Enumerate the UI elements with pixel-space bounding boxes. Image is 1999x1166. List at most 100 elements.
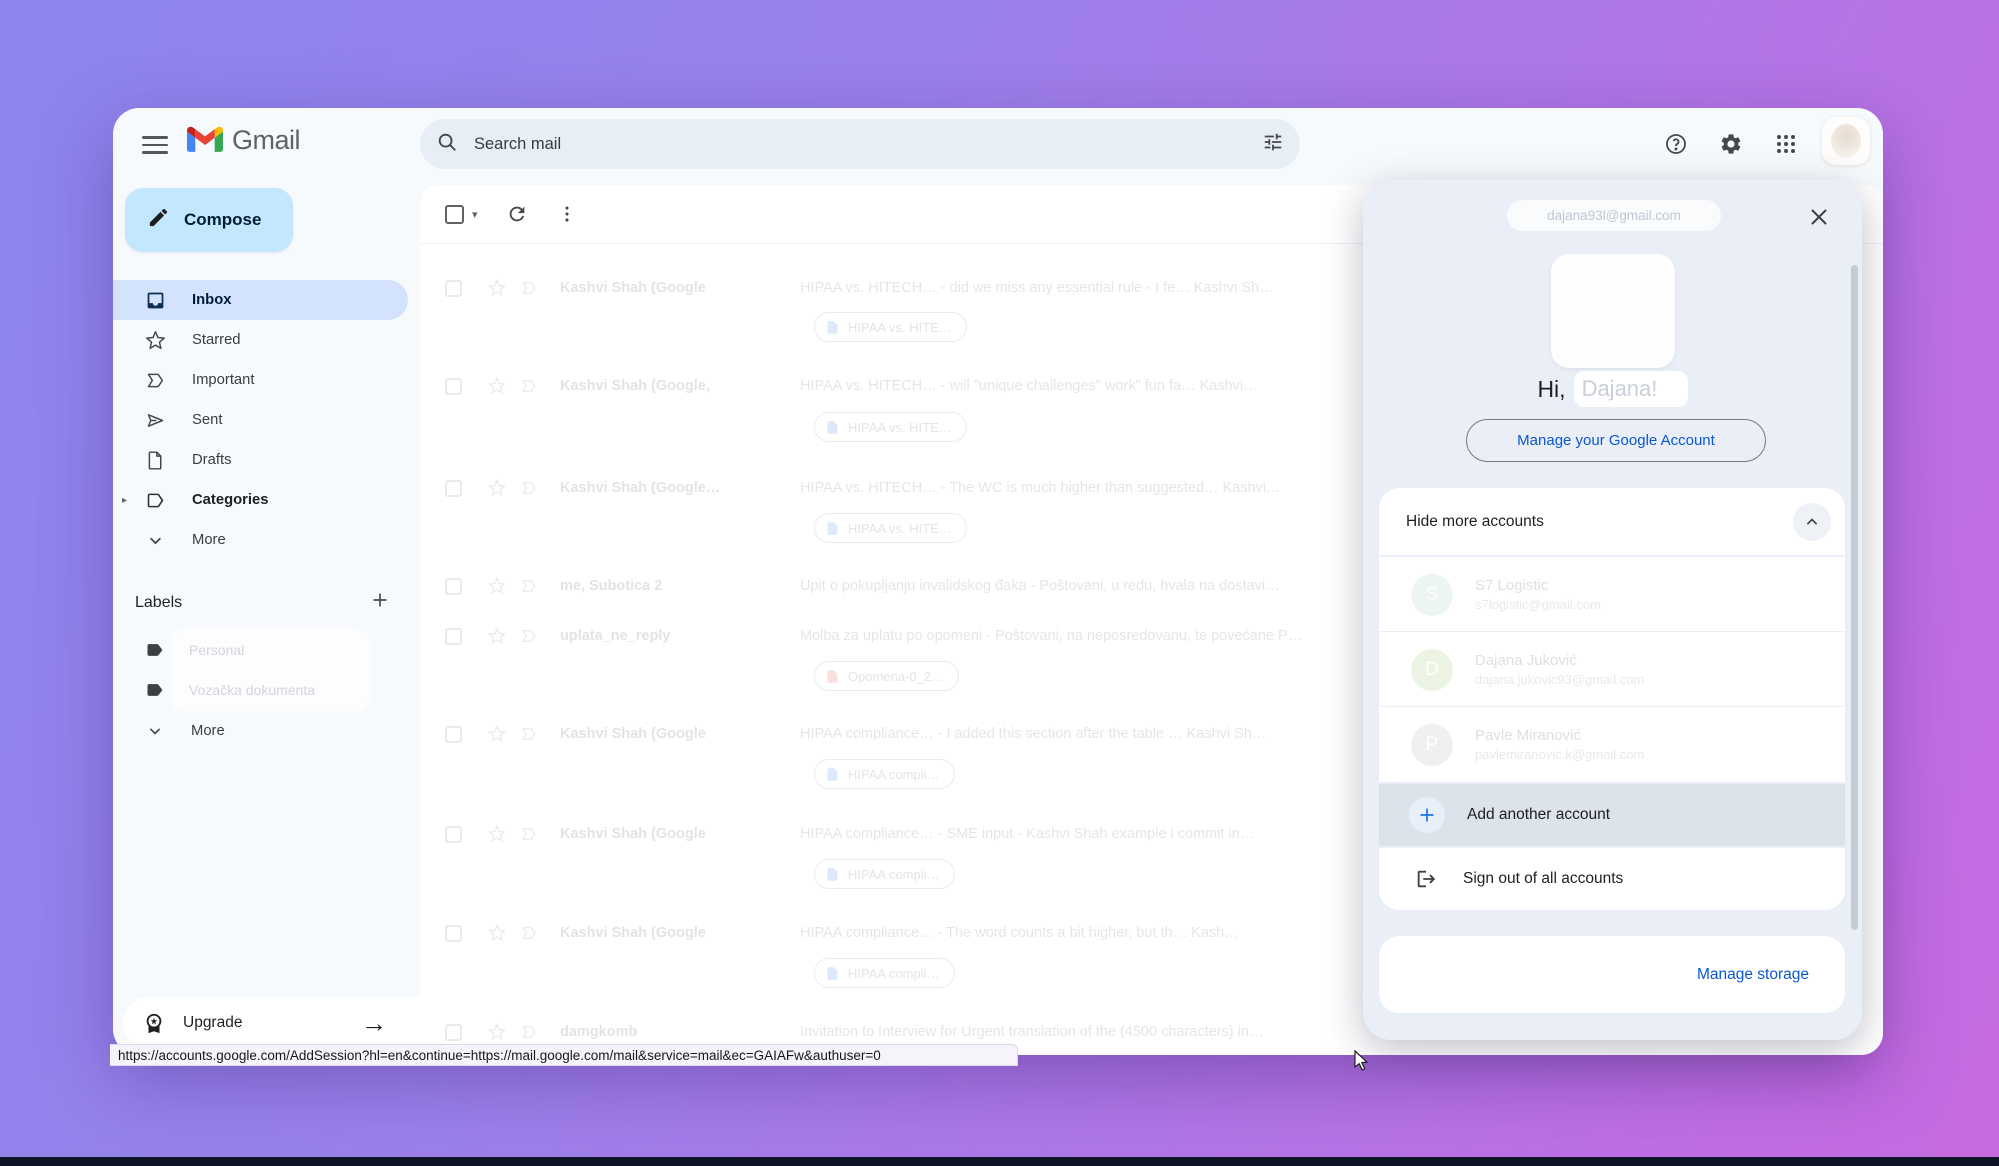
inbox-icon (145, 290, 166, 311)
account-row[interactable]: D Dajana Jukovićdajana.jukovic93@gmail.c… (1379, 632, 1845, 707)
profile-avatar[interactable] (1822, 117, 1870, 165)
attachment-chip[interactable]: HIPAA vs. HITE… (814, 312, 967, 342)
settings-gear-icon[interactable] (1719, 132, 1743, 156)
star-ghost-icon[interactable] (488, 377, 506, 395)
hide-more-accounts-button[interactable]: Hide more accounts (1379, 488, 1845, 555)
account-email-ghost-text: dajana93l@gmail.com (1547, 208, 1681, 223)
avatar-ghost (1831, 124, 1861, 158)
attachment-name: HIPAA compli… (848, 867, 940, 882)
sidebar-item-important[interactable]: Important (113, 360, 408, 400)
checkbox-ghost-icon[interactable] (445, 628, 462, 645)
email-sender: Kashvi Shah (Google (560, 925, 785, 941)
manage-storage-link[interactable]: Manage storage (1697, 966, 1809, 984)
checkbox-ghost-icon[interactable] (445, 578, 462, 595)
search-icon[interactable] (436, 131, 458, 158)
compose-button[interactable]: Compose (125, 188, 293, 252)
important-ghost-icon[interactable] (520, 627, 538, 645)
expand-caret-icon[interactable]: ▸ (122, 495, 127, 506)
sidebar-item-drafts[interactable]: Drafts (113, 440, 408, 480)
star-ghost-icon[interactable] (488, 1023, 506, 1041)
account-row[interactable]: S S7 Logistics7logistic@gmail.com (1379, 557, 1845, 632)
pencil-icon (147, 206, 170, 234)
sidebar-item-more[interactable]: More (113, 520, 408, 560)
account-email: pavlemiranovic.k@gmail.com (1475, 747, 1644, 762)
star-ghost-icon[interactable] (488, 279, 506, 297)
select-caret-icon[interactable]: ▾ (472, 208, 478, 221)
google-account-menu: dajana93l@gmail.com Hi, Dajana! Manage y… (1363, 180, 1862, 1040)
attachment-name: HIPAA vs. HITE… (848, 320, 952, 335)
star-ghost-icon[interactable] (488, 725, 506, 743)
attachment-name: Opomena-0_2… (848, 669, 944, 684)
upgrade-label: Upgrade (183, 1014, 242, 1032)
star-ghost-icon[interactable] (488, 479, 506, 497)
checkbox-ghost-icon[interactable] (445, 726, 462, 743)
help-icon[interactable] (1664, 132, 1688, 156)
main-menu-icon[interactable] (135, 130, 175, 160)
add-another-account-button[interactable]: Add another account (1379, 784, 1845, 846)
checkbox-ghost-icon[interactable] (445, 480, 462, 497)
attachment-doc-icon (825, 320, 840, 335)
attachment-chip[interactable]: HIPAA compli… (814, 958, 955, 988)
add-account-label: Add another account (1467, 806, 1610, 824)
account-avatar: D (1411, 649, 1453, 691)
important-ghost-icon[interactable] (520, 479, 538, 497)
attachment-chip[interactable]: HIPAA vs. HITE… (814, 513, 967, 543)
sign-out-label: Sign out of all accounts (1463, 870, 1623, 888)
attachment-chip[interactable]: HIPAA compli… (814, 859, 955, 889)
panel-scrollbar[interactable] (1851, 265, 1858, 930)
label-ghost-text: Personal (189, 642, 369, 658)
sidebar-item-sent[interactable]: Sent (113, 400, 408, 440)
refresh-icon[interactable] (506, 203, 528, 225)
labels-title: Labels (135, 594, 182, 612)
checkbox-ghost-icon[interactable] (445, 1024, 462, 1041)
important-ghost-icon[interactable] (520, 279, 538, 297)
account-email: s7logistic@gmail.com (1475, 597, 1601, 612)
important-ghost-icon[interactable] (520, 577, 538, 595)
apps-grid-icon[interactable] (1774, 132, 1798, 156)
sidebar-item-label: More (192, 532, 226, 548)
account-row[interactable]: P Pavle Miranovićpavlemiranovic.k@gmail.… (1379, 707, 1845, 782)
checkbox-ghost-icon[interactable] (445, 925, 462, 942)
attachment-name: HIPAA compli… (848, 767, 940, 782)
manage-google-account-button[interactable]: Manage your Google Account (1466, 419, 1766, 462)
labels-more-label: More (191, 723, 225, 739)
sidebar-item-inbox[interactable]: Inbox (113, 280, 408, 320)
sign-out-all-button[interactable]: Sign out of all accounts (1379, 848, 1845, 910)
attachment-chip[interactable]: HIPAA vs. HITE… (814, 412, 967, 442)
manage-account-label: Manage your Google Account (1517, 432, 1715, 449)
sidebar-labels-more[interactable]: More (113, 711, 408, 751)
important-ghost-icon[interactable] (520, 377, 538, 395)
search-options-icon[interactable] (1262, 131, 1284, 158)
important-ghost-icon[interactable] (520, 924, 538, 942)
create-label-plus-icon[interactable] (370, 590, 390, 615)
important-ghost-icon[interactable] (520, 1023, 538, 1041)
attachment-chip[interactable]: HIPAA compli… (814, 759, 955, 789)
storage-card: Manage storage (1379, 936, 1845, 1013)
close-icon[interactable] (1806, 204, 1832, 230)
important-ghost-icon[interactable] (520, 725, 538, 743)
label-icon (145, 490, 166, 511)
search-bar[interactable] (420, 119, 1300, 169)
checkbox-ghost-icon[interactable] (445, 826, 462, 843)
checkbox-ghost-icon[interactable] (445, 378, 462, 395)
star-ghost-icon[interactable] (488, 577, 506, 595)
chevron-up-icon[interactable] (1793, 503, 1831, 541)
sidebar-item-categories[interactable]: ▸ Categories (113, 480, 408, 520)
sidebar-item-label: Important (192, 372, 255, 388)
select-all-checkbox[interactable] (445, 205, 464, 224)
star-ghost-icon[interactable] (488, 825, 506, 843)
sidebar-item-starred[interactable]: Starred (113, 320, 408, 360)
sidebar-item-label: Sent (192, 412, 222, 428)
checkbox-ghost-icon[interactable] (445, 280, 462, 297)
more-options-icon[interactable] (556, 203, 578, 225)
attachment-doc-icon (825, 966, 840, 981)
important-ghost-icon[interactable] (520, 825, 538, 843)
star-ghost-icon[interactable] (488, 924, 506, 942)
email-sender: Kashvi Shah (Google… (560, 480, 785, 496)
account-avatar-redacted[interactable] (1551, 254, 1675, 368)
search-input[interactable] (472, 134, 1262, 155)
arrow-right-icon: → (361, 1008, 387, 1039)
star-ghost-icon[interactable] (488, 627, 506, 645)
labels-header: Labels (135, 590, 390, 615)
attachment-chip[interactable]: Opomena-0_2… (814, 661, 959, 691)
